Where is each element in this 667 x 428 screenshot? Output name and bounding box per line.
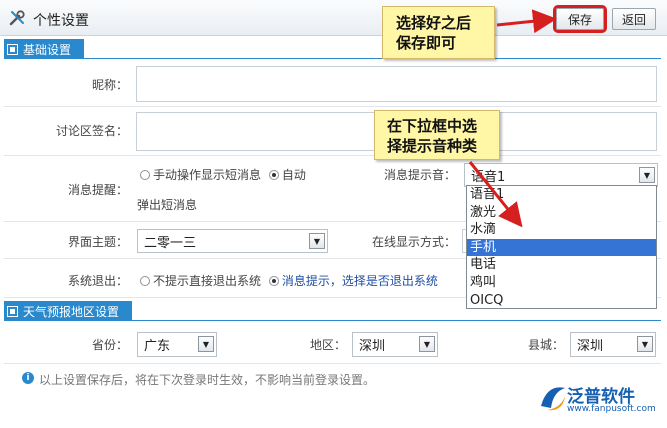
save-button[interactable]: 保存 xyxy=(553,5,607,33)
section-divider xyxy=(4,58,661,59)
dropdown-option[interactable]: 电话 xyxy=(467,256,656,274)
back-button[interactable]: 返回 xyxy=(612,8,656,30)
reminder-auto-radio[interactable] xyxy=(268,170,279,180)
dropdown-option-selected[interactable]: 手机 xyxy=(467,238,656,257)
county-select[interactable]: 深圳 ▼ xyxy=(570,332,656,357)
section-weather-label: 天气预报地区设置 xyxy=(23,304,120,319)
section-icon xyxy=(7,305,18,317)
section-basic-label: 基础设置 xyxy=(23,42,72,57)
dropdown-option[interactable]: 激光 xyxy=(467,204,656,222)
theme-label: 界面主题： xyxy=(67,235,128,249)
reminder-manual-label: 手动操作显示短消息 xyxy=(153,168,262,182)
section-weather: 天气预报地区设置 xyxy=(4,301,132,321)
sound-select[interactable]: 语音1 ▼ xyxy=(464,163,658,187)
nickname-input[interactable] xyxy=(136,66,657,102)
region-select-value: 深圳 xyxy=(359,339,386,354)
page-title: 个性设置 xyxy=(33,13,89,29)
dropdown-option[interactable]: 语音1 xyxy=(467,186,656,204)
sound-label: 消息提示音： xyxy=(383,168,456,182)
chevron-down-icon[interactable]: ▼ xyxy=(637,336,653,352)
reminder-label: 消息提醒： xyxy=(67,183,128,197)
reminder-auto-label: 自动 xyxy=(281,168,306,182)
sound-callout-line2: 择提示音种类 xyxy=(387,137,478,155)
sound-callout: 在下拉框中选 择提示音种类 xyxy=(374,110,500,160)
chevron-down-icon[interactable]: ▼ xyxy=(198,336,214,352)
exit-direct-label: 不提示直接退出系统 xyxy=(153,274,262,288)
logo-url: www.fanpusoft.com xyxy=(567,404,656,414)
save-callout-line1: 选择好之后 xyxy=(396,14,472,32)
exit-direct-radio[interactable] xyxy=(140,276,150,286)
section-basic: 基础设置 xyxy=(4,39,84,59)
region-select[interactable]: 深圳 ▼ xyxy=(352,332,438,357)
province-label: 省份： xyxy=(91,338,128,352)
save-callout: 选择好之后 保存即可 xyxy=(382,6,495,59)
section-icon xyxy=(7,43,18,55)
reminder-manual-radio[interactable] xyxy=(140,170,150,180)
section-divider xyxy=(4,320,661,321)
theme-select[interactable]: 二零一三 ▼ xyxy=(137,229,328,253)
dropdown-option[interactable]: 水滴 xyxy=(467,221,656,239)
chevron-down-icon[interactable]: ▼ xyxy=(639,167,655,183)
settings-note: 以上设置保存后，将在下次登录时生效，不影响当前登录设置。 xyxy=(39,373,376,387)
chevron-down-icon[interactable]: ▼ xyxy=(419,336,435,352)
sound-callout-line1: 在下拉框中选 xyxy=(387,117,478,135)
county-select-value: 深圳 xyxy=(577,339,604,354)
online-label: 在线显示方式： xyxy=(371,235,456,249)
province-select[interactable]: 广东 ▼ xyxy=(137,332,217,357)
county-label: 县城： xyxy=(527,338,564,352)
dropdown-option[interactable]: OICQ xyxy=(467,292,656,310)
tools-icon xyxy=(9,10,25,26)
exit-options: 不提示直接退出系统 消息提示，选择是否退出系统 xyxy=(140,272,438,289)
province-select-value: 广东 xyxy=(144,339,171,354)
reminder-auto-label-cont: 弹出短消息 xyxy=(137,198,198,212)
chevron-down-icon[interactable]: ▼ xyxy=(309,233,325,249)
exit-prompt-label: 消息提示，选择是否退出系统 xyxy=(281,274,438,288)
exit-label: 系统退出： xyxy=(67,274,128,288)
signature-label: 讨论区签名： xyxy=(55,124,128,138)
theme-select-value: 二零一三 xyxy=(144,235,197,251)
exit-prompt-radio[interactable] xyxy=(268,276,279,286)
sound-dropdown-list[interactable]: 语音1 激光 水滴 手机 电话 鸡叫 OICQ xyxy=(466,185,657,309)
nickname-label: 昵称： xyxy=(91,78,128,92)
sound-select-value: 语音1 xyxy=(471,169,506,185)
save-callout-line2: 保存即可 xyxy=(396,34,457,52)
dropdown-option[interactable]: 鸡叫 xyxy=(467,274,656,292)
reminder-options: 手动操作显示短消息 自动 xyxy=(140,166,306,183)
info-icon: i xyxy=(22,372,34,384)
region-label: 地区： xyxy=(309,338,346,352)
